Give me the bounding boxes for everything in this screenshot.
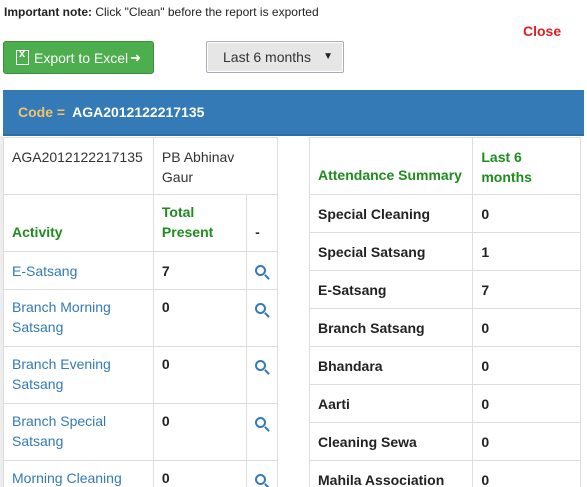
total-present-header: Total Present [152,194,248,252]
table-row: Branch Morning Satsang 0 [3,289,278,347]
period-select[interactable]: Last 6 months ▼ [206,41,344,73]
table-row: Branch Special Satsang 0 [3,403,278,461]
table-row: E-Satsang 7 [3,251,278,290]
activity-link[interactable]: Branch Morning Satsang [12,299,111,335]
search-icon[interactable] [255,360,267,371]
attendance-summary-header: Attendance Summary [308,137,474,195]
profile-name: PB Abhinav Gaur [152,137,279,195]
table-row: Special Cleaning 0 [308,194,581,233]
important-note: Important note: Click "Clean" before the… [4,5,319,19]
summary-label: Cleaning Sewa [308,422,474,461]
summary-label: Branch Satsang [308,308,474,347]
summary-value: 0 [472,194,581,233]
table-row: Branch Satsang 0 [308,308,581,347]
total-present-value: 0 [152,460,248,487]
total-present-value: 0 [152,289,248,347]
search-icon[interactable] [255,265,267,276]
summary-value: 7 [472,270,581,309]
summary-value: 0 [472,346,581,385]
export-label: Export to Excel [34,49,129,66]
export-arrow-icon: ➜ [130,49,142,65]
summary-label: E-Satsang [308,270,474,309]
profile-row: AGA2012122217135 PB Abhinav Gaur [3,137,279,195]
close-button[interactable]: Close [523,23,561,39]
export-to-excel-button[interactable]: Export to Excel ➜ [3,41,154,74]
table-row: Cleaning Sewa 0 [308,422,581,461]
summary-label: Mahila Association [308,460,474,487]
code-label: Code = [18,104,66,120]
summary-label: Bhandara [308,346,474,385]
profile-id: AGA2012122217135 [3,137,154,195]
table-row: Branch Evening Satsang 0 [3,346,278,404]
code-value: AGA2012122217135 [72,104,205,120]
note-prefix: Important note: [4,5,92,19]
total-present-value: 0 [152,346,248,404]
attendance-summary-table: Attendance Summary Last 6 months Special… [308,137,581,487]
summary-label: Aarti [308,384,474,423]
table-row: E-Satsang 7 [308,270,581,309]
action-header: - [246,194,278,252]
chevron-down-icon: ▼ [323,51,333,62]
search-icon[interactable] [255,417,267,428]
search-icon[interactable] [255,474,267,485]
summary-value: 0 [472,308,581,347]
total-present-value: 0 [152,403,248,461]
activity-link[interactable]: Branch Special Satsang [12,413,106,449]
activity-header: Activity [3,194,154,252]
summary-header-row: Attendance Summary Last 6 months [308,137,581,195]
activity-table: AGA2012122217135 PB Abhinav Gaur Activit… [3,137,279,487]
activity-link[interactable]: Morning Cleaning [12,470,122,486]
excel-icon [16,48,29,65]
total-present-value: 7 [152,251,248,290]
summary-label: Special Satsang [308,232,474,271]
table-row: Mahila Association 0 [308,460,581,487]
code-header-bar: Code = AGA2012122217135 [3,90,584,136]
summary-label: Special Cleaning [308,194,474,233]
activity-link[interactable]: E-Satsang [12,263,77,279]
summary-value: 0 [472,422,581,461]
activity-header-row: Activity Total Present - [3,194,278,252]
note-text: Click "Clean" before the report is expor… [92,5,319,19]
period-selected-value: Last 6 months [223,49,311,65]
summary-value: 0 [472,460,581,487]
table-row: Morning Cleaning 0 [3,460,278,487]
period-header: Last 6 months [472,137,581,195]
activity-link[interactable]: Branch Evening Satsang [12,356,111,392]
search-icon[interactable] [255,303,267,314]
table-row: Bhandara 0 [308,346,581,385]
summary-value: 1 [472,232,581,271]
table-row: Special Satsang 1 [308,232,581,271]
table-row: Aarti 0 [308,384,581,423]
summary-value: 0 [472,384,581,423]
